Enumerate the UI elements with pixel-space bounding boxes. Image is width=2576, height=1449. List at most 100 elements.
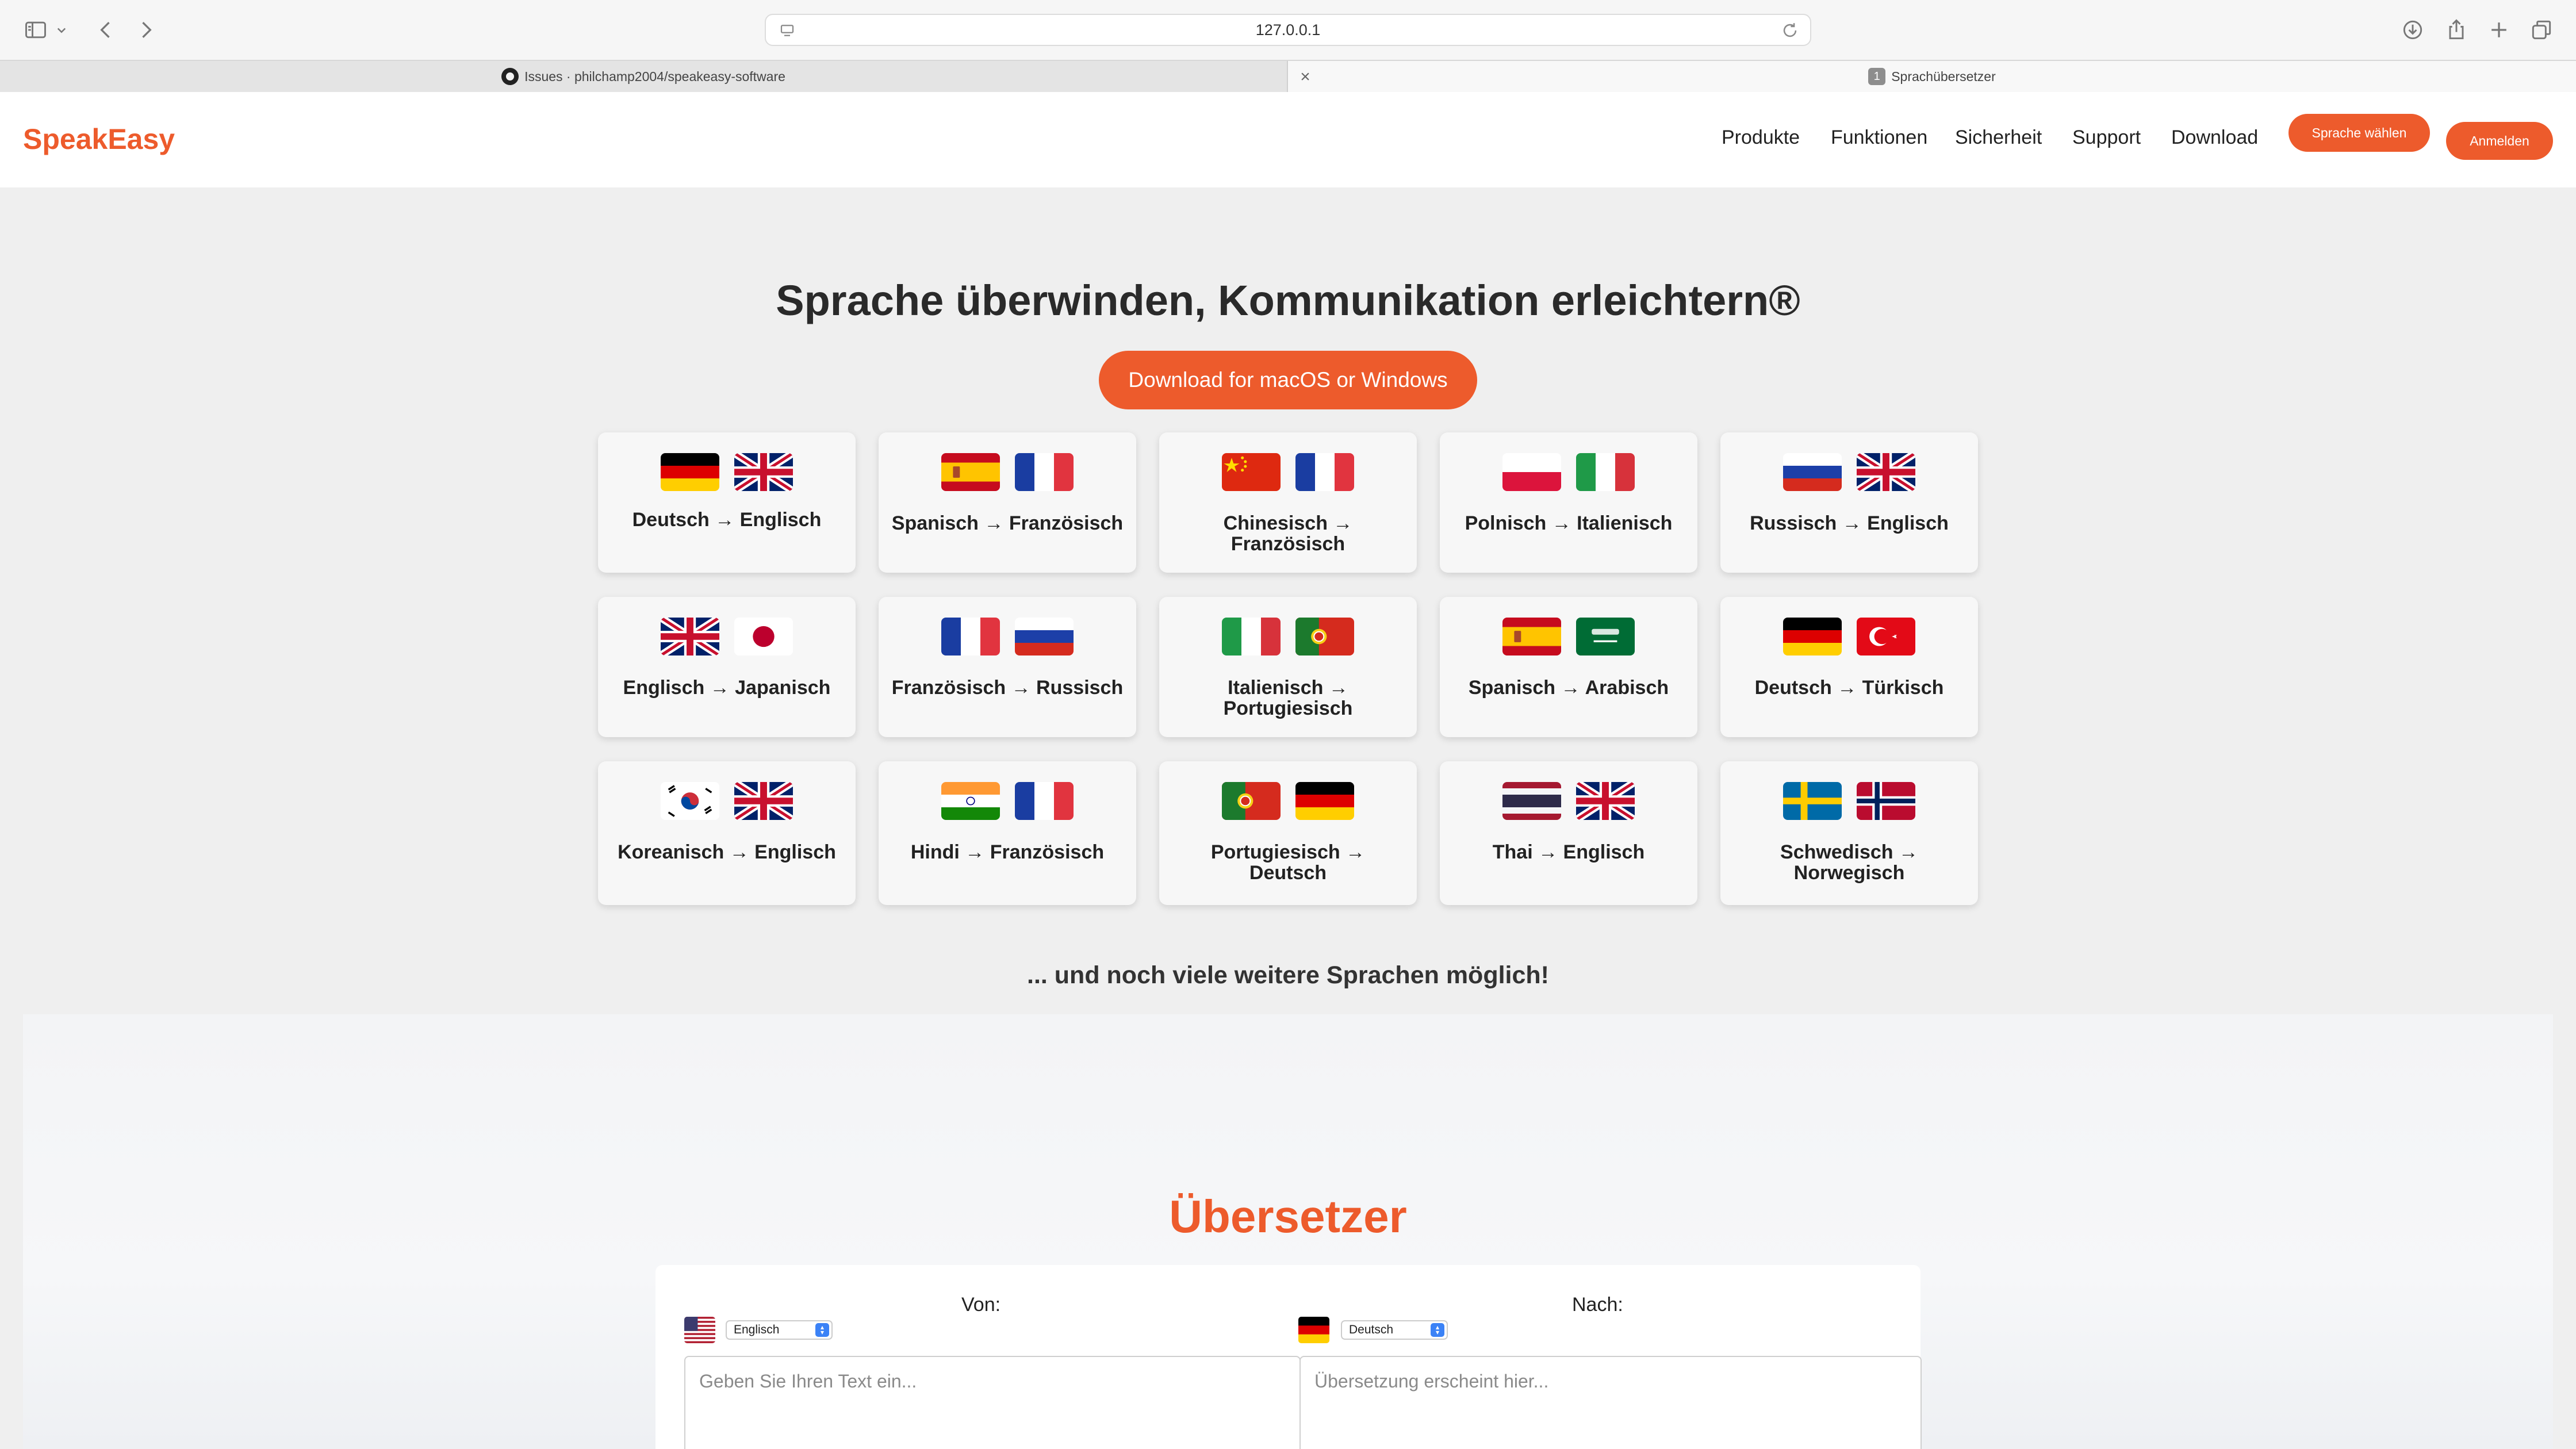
russian-flag-icon <box>1783 453 1842 491</box>
language-pair-card[interactable]: Deutsch → Türkisch <box>1720 597 1978 737</box>
turkish-flag-icon <box>1857 618 1915 656</box>
tab-bar: Issues · philchamp2004/speakeasy-softwar… <box>0 60 2576 92</box>
german-flag-icon <box>1783 618 1842 656</box>
language-pair-label: Deutsch → Türkisch <box>1754 677 1944 699</box>
language-pair-label: Hindi → Französisch <box>910 841 1105 863</box>
saudi-flag-icon <box>1576 618 1635 656</box>
uk-flag-icon <box>661 618 719 656</box>
nav-download[interactable]: Download <box>2171 126 2258 149</box>
french-flag-icon <box>1295 453 1354 491</box>
language-pair-label: Koreanisch → Englisch <box>618 841 836 863</box>
share-icon[interactable] <box>2443 16 2470 44</box>
language-pair-card[interactable]: Deutsch → Englisch <box>598 432 856 573</box>
select-chevron-icon: ▴ ▾ <box>1431 1323 1444 1337</box>
italian-flag-icon <box>1576 453 1635 491</box>
language-pair-label: Deutsch → Englisch <box>632 509 822 531</box>
german-flag-icon <box>1298 1317 1329 1343</box>
norwegian-flag-icon <box>1857 782 1915 820</box>
flag-pair <box>1159 618 1417 656</box>
language-pair-card[interactable]: Portugiesisch → Deutsch <box>1159 761 1417 905</box>
from-label: Von: <box>961 1294 1001 1316</box>
language-pair-card[interactable]: Französisch → Russisch <box>879 597 1136 737</box>
logo[interactable]: SpeakEasy <box>23 122 175 156</box>
language-pair-label: Russisch → Englisch <box>1750 512 1949 534</box>
language-select-button[interactable]: Sprache wählen <box>2288 114 2430 152</box>
input-placeholder: Geben Sie Ihren Text ein... <box>699 1371 917 1392</box>
tab-label: Issues · philchamp2004/speakeasy-softwar… <box>524 68 785 84</box>
back-icon[interactable] <box>92 16 120 44</box>
language-pair-card[interactable]: Englisch → Japanisch <box>598 597 856 737</box>
flag-pair <box>879 453 1136 491</box>
address-bar[interactable]: 127.0.0.1 <box>765 14 1811 46</box>
nav-produkte[interactable]: Produkte <box>1722 126 1800 149</box>
tab-github-issues[interactable]: Issues · philchamp2004/speakeasy-softwar… <box>0 61 1288 92</box>
flag-pair <box>1440 782 1697 820</box>
french-flag-icon <box>1015 782 1074 820</box>
nav-funktionen[interactable]: Funktionen <box>1831 126 1927 149</box>
translator-title: Übersetzer <box>1169 1191 1407 1242</box>
more-languages-text: ... und noch viele weitere Sprachen mögl… <box>1027 961 1549 989</box>
nav-sicherheit[interactable]: Sicherheit <box>1955 126 2042 149</box>
tab-sprachuebersetzer[interactable]: 1 Sprachübersetzer <box>1288 61 2576 92</box>
language-pair-card[interactable]: Chinesisch → Französisch <box>1159 432 1417 573</box>
chinese-flag-icon <box>1222 453 1281 491</box>
site-settings-icon[interactable] <box>779 22 796 39</box>
italian-flag-icon <box>1222 618 1281 656</box>
chevron-down-icon[interactable] <box>53 16 70 44</box>
new-tab-icon[interactable] <box>2485 16 2513 44</box>
flag-pair <box>598 782 856 820</box>
to-language-select[interactable]: Deutsch ▴ ▾ <box>1341 1320 1448 1340</box>
forward-icon[interactable] <box>132 16 160 44</box>
output-placeholder: Übersetzung erscheint hier... <box>1314 1371 1549 1392</box>
flag-pair <box>1159 782 1417 820</box>
language-pair-card[interactable]: Spanisch → Französisch <box>879 432 1136 573</box>
language-pair-card[interactable]: Italienisch → Portugiesisch <box>1159 597 1417 737</box>
spanish-flag-icon <box>941 453 1000 491</box>
language-pair-card[interactable]: Spanisch → Arabisch <box>1440 597 1697 737</box>
swedish-flag-icon <box>1783 782 1842 820</box>
flag-pair <box>598 453 856 491</box>
flag-pair <box>1720 618 1978 656</box>
login-button[interactable]: Anmelden <box>2446 122 2553 160</box>
language-pair-label: Spanisch → Arabisch <box>1468 677 1669 699</box>
flag-pair <box>1720 453 1978 491</box>
nav-support[interactable]: Support <box>2072 126 2141 149</box>
language-pair-card[interactable]: Russisch → Englisch <box>1720 432 1978 573</box>
tab-overview-icon[interactable] <box>2528 16 2555 44</box>
reload-icon[interactable] <box>1780 21 1800 40</box>
thai-flag-icon <box>1502 782 1561 820</box>
flag-pair <box>879 782 1136 820</box>
polish-flag-icon <box>1502 453 1561 491</box>
sidebar-toggle-icon[interactable] <box>22 16 49 44</box>
tab-label: Sprachübersetzer <box>1891 68 1996 84</box>
language-pair-label: Italienisch → Portugiesisch <box>1223 677 1353 719</box>
language-pair-label: Schwedisch → Norwegisch <box>1780 841 1918 884</box>
language-pair-card[interactable]: Thai → Englisch <box>1440 761 1697 905</box>
from-language-select[interactable]: Englisch ▴ ▾ <box>726 1320 833 1340</box>
language-pair-card[interactable]: Hindi → Französisch <box>879 761 1136 905</box>
language-pair-card[interactable]: Schwedisch → Norwegisch <box>1720 761 1978 905</box>
hero-title: Sprache überwinden, Kommunikation erleic… <box>776 277 1800 324</box>
portuguese-flag-icon <box>1222 782 1281 820</box>
github-icon <box>501 68 519 85</box>
german-flag-icon <box>661 453 719 491</box>
downloads-icon[interactable] <box>2399 16 2426 44</box>
select-chevron-icon: ▴ ▾ <box>815 1323 829 1337</box>
language-pair-label: Portugiesisch → Deutsch <box>1210 841 1366 884</box>
close-tab-icon[interactable]: × <box>1294 66 1317 89</box>
from-language-value: Englisch <box>734 1323 780 1336</box>
uk-flag-icon <box>734 782 793 820</box>
language-pair-card[interactable]: Koreanisch → Englisch <box>598 761 856 905</box>
browser-toolbar: 127.0.0.1 <box>0 0 2576 60</box>
flag-pair <box>598 618 856 656</box>
language-pair-label: Chinesisch → Französisch <box>1223 512 1353 555</box>
uk-flag-icon <box>1576 782 1635 820</box>
language-pair-label: Englisch → Japanisch <box>623 677 831 699</box>
language-pair-label: Thai → Englisch <box>1492 841 1645 863</box>
download-button[interactable]: Download for macOS or Windows <box>1099 351 1477 409</box>
source-text-input[interactable]: Geben Sie Ihren Text ein... <box>684 1356 1301 1449</box>
korean-flag-icon <box>661 782 719 820</box>
language-pair-card[interactable]: Polnisch → Italienisch <box>1440 432 1697 573</box>
to-label: Nach: <box>1572 1294 1623 1316</box>
translation-output[interactable]: Übersetzung erscheint hier... <box>1300 1356 1922 1449</box>
